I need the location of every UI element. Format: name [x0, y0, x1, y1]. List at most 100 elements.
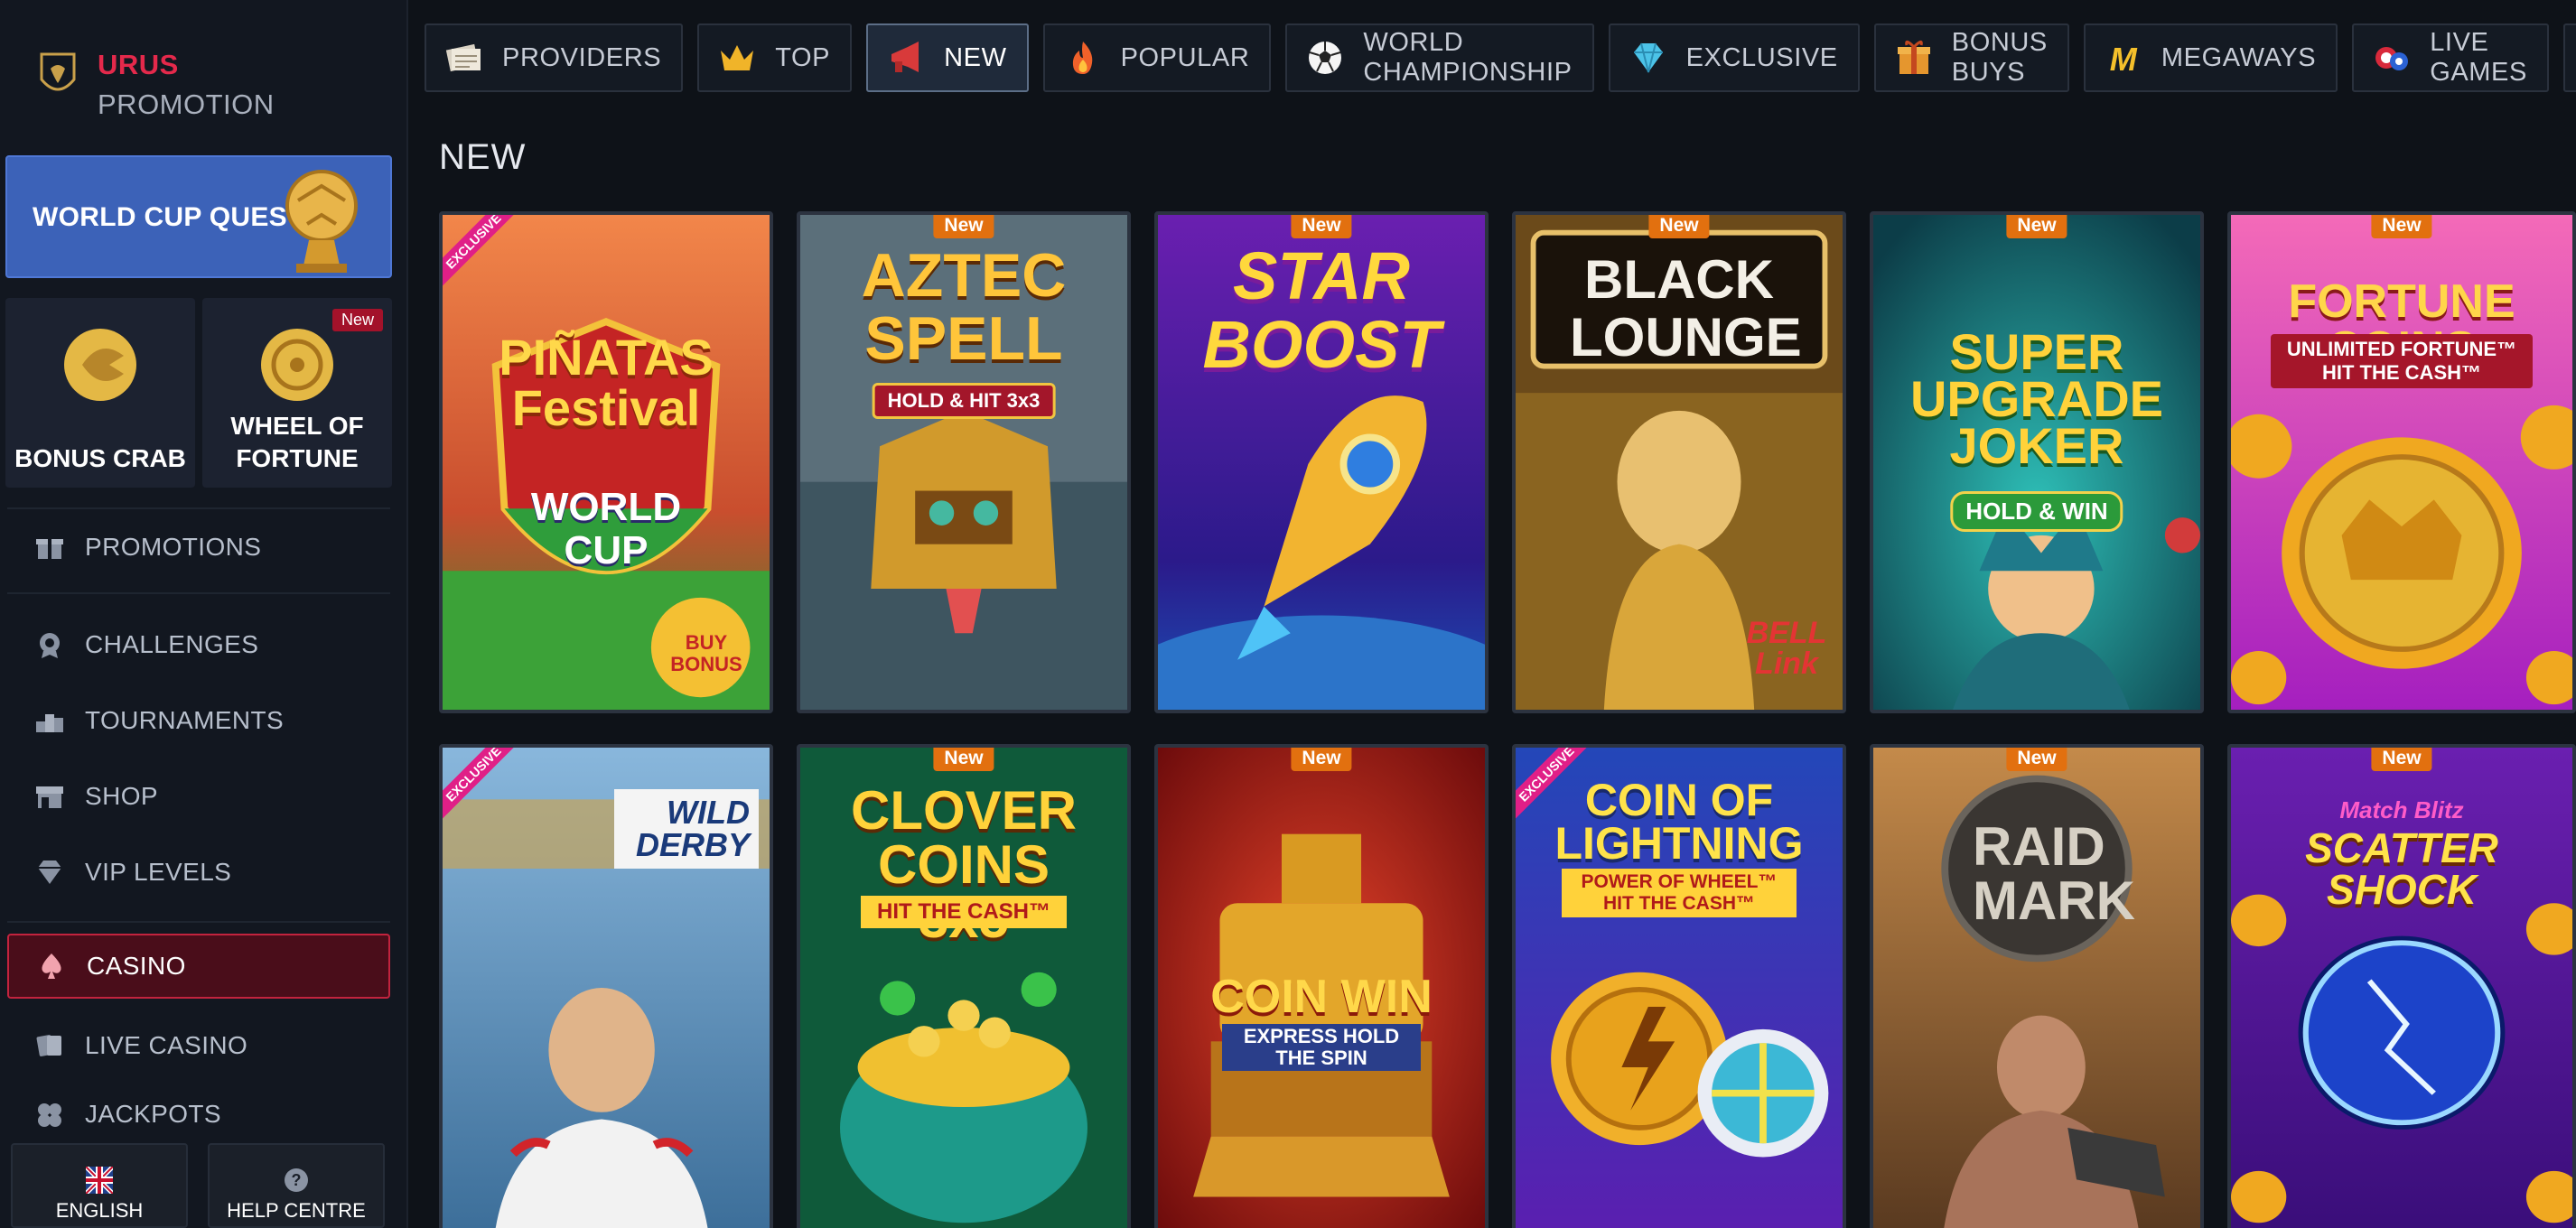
- sidebar-item-casino[interactable]: CASINO: [7, 934, 390, 999]
- game-card[interactable]: New BLACK LOUNGE BELL Link: [1512, 211, 1846, 713]
- sidebar-item-jackpots[interactable]: JACKPOTS: [7, 1089, 390, 1132]
- game-card[interactable]: New COIN WIN EXPRESS HOLD THE SPIN: [1154, 744, 1489, 1228]
- game-title: SUPER UPGRADE JOKER: [1909, 323, 2164, 474]
- tab-megaways[interactable]: M MEGAWAYS: [2083, 23, 2338, 92]
- game-card[interactable]: EXCLUSIVE COIN OF LIGHTNING 2 POWER OF W…: [1512, 744, 1846, 1228]
- cards-icon: [36, 1035, 61, 1056]
- sidebar-item-challenges[interactable]: CHALLENGES: [7, 612, 390, 677]
- divider: [7, 592, 390, 594]
- tab-exclusive[interactable]: EXCLUSIVE: [1608, 23, 1860, 92]
- game-card[interactable]: New STAR BOOST: [1154, 211, 1489, 713]
- quest-label: WORLD CUP QUEST: [33, 202, 304, 232]
- sidebar-item-live-casino[interactable]: LIVE CASINO: [7, 1013, 390, 1078]
- sidebar-item-label: LIVE CASINO: [85, 1031, 248, 1059]
- megaways-icon: M: [2110, 41, 2138, 78]
- tab-popular[interactable]: POPULAR: [1042, 23, 1272, 92]
- new-badge: New: [2371, 748, 2432, 771]
- wheel-of-fortune-tile[interactable]: New WHEEL OF FORTUNE: [202, 298, 392, 488]
- language-label: ENGLISH: [55, 1199, 144, 1222]
- brand-subtitle: PROMOTION: [98, 88, 275, 120]
- tab-label: MEGAWAYS: [2161, 42, 2317, 72]
- sidebar-item-label: SHOP: [85, 782, 158, 810]
- new-badge: New: [933, 215, 994, 238]
- trophy-icon: [285, 170, 358, 273]
- game-card[interactable]: New SUPER UPGRADE JOKER HOLD & WIN: [1870, 211, 2204, 713]
- podium-icon: [36, 714, 63, 732]
- game-card[interactable]: New Match Blitz SCATTER SHOCK: [2227, 744, 2576, 1228]
- tile-label: WHEEL OF FORTUNE: [230, 412, 364, 472]
- section-title: NEW: [439, 137, 527, 177]
- game-subtitle: WORLD CUP: [530, 485, 682, 572]
- new-badge: New: [1291, 748, 1352, 771]
- diamond-icon: [38, 861, 61, 884]
- tab-label: NEW: [944, 42, 1007, 72]
- tab-label: TOP: [775, 42, 831, 72]
- tab-label: EXCLUSIVE: [1685, 42, 1838, 72]
- game-card[interactable]: New RAID MARK: [1870, 744, 2204, 1228]
- game-title: BLACK LOUNGE: [1570, 249, 1802, 367]
- language-button[interactable]: ENGLISH: [11, 1143, 188, 1228]
- game-title: RAID MARK: [1973, 816, 2135, 931]
- new-badge: New: [933, 748, 994, 771]
- game-title: COIN WIN: [1210, 971, 1433, 1023]
- tile-label: BONUS CRAB: [14, 444, 186, 472]
- help-label: HELP CENTRE: [227, 1199, 366, 1222]
- brand[interactable]: URUS PROMOTION: [38, 45, 275, 125]
- tab-live-games[interactable]: LIVE GAMES: [2352, 23, 2549, 92]
- divider: [7, 507, 390, 509]
- sidebar-item-promotions[interactable]: PROMOTIONS: [7, 515, 390, 580]
- buy-bonus-label: BUY BONUS: [670, 631, 742, 675]
- gem-icon: [1633, 42, 1663, 73]
- sidebar-item-vip-levels[interactable]: VIP LEVELS: [7, 840, 390, 905]
- sidebar-item-label: CHALLENGES: [85, 630, 259, 658]
- world-cup-quest-banner[interactable]: WORLD CUP QUEST: [5, 155, 392, 278]
- bull-logo-icon: [40, 52, 76, 91]
- tab-providers[interactable]: PROVIDERS: [425, 23, 684, 92]
- tab-bonus-buys[interactable]: BONUS BUYS: [1873, 23, 2069, 92]
- app: URUS PROMOTION WORLD CUP QUEST BONUS CRA…: [0, 0, 2576, 1228]
- game-card[interactable]: New AZTEC SPELL HOLD & HIT 3x3: [797, 211, 1131, 713]
- new-badge: New: [2006, 215, 2067, 238]
- svg-text:?: ?: [292, 1171, 302, 1189]
- help-centre-button[interactable]: ? HELP CENTRE: [208, 1143, 385, 1228]
- game-subtitle: POWER OF WHEEL™ HIT THE CASH™: [1562, 869, 1797, 917]
- tab-new[interactable]: NEW: [866, 23, 1029, 92]
- game-subtitle: HOLD & WIN: [1950, 491, 2123, 532]
- game-card[interactable]: New CLOVER COINS 3x5 HIT THE CASH™: [797, 744, 1131, 1228]
- tab-label: WORLD CHAMPIONSHIP: [1363, 28, 1573, 87]
- shop-icon: [36, 786, 63, 808]
- sidebar-item-label: PROMOTIONS: [85, 533, 262, 561]
- tab-label: LIVE GAMES: [2430, 28, 2527, 87]
- category-bar: PROVIDERS TOP NEW POPULAR WORLD CHAMPION…: [425, 23, 2576, 92]
- game-card[interactable]: New FORTUNE COINS UNLIMITED FORTUNE™ HIT…: [2227, 211, 2576, 713]
- new-badge: New: [2371, 215, 2432, 238]
- sidebar-item-shop[interactable]: SHOP: [7, 764, 390, 829]
- tab-label: BONUS BUYS: [1951, 28, 2048, 87]
- gift-icon: [36, 539, 63, 559]
- tab-world-championship[interactable]: WORLD CHAMPIONSHIP: [1285, 23, 1594, 92]
- game-title: AZTEC SPELL: [861, 241, 1067, 373]
- sidebar-item-label: VIP LEVELS: [85, 858, 232, 886]
- tab-more[interactable]: [2562, 23, 2576, 92]
- soccer-ball-icon: [1309, 42, 1342, 74]
- new-badge: New: [2006, 748, 2067, 771]
- game-subtitle: EXPRESS HOLD THE SPIN: [1222, 1024, 1421, 1071]
- game-subtitle: HOLD & HIT 3x3: [872, 383, 1056, 419]
- game-card[interactable]: EXCLUSIVE PIÑATAS Festival WORLD CUP BUY…: [439, 211, 773, 713]
- providers-icon: [445, 43, 481, 72]
- game-title: STAR BOOST: [1202, 238, 1441, 382]
- sidebar-item-tournaments[interactable]: TOURNAMENTS: [7, 688, 390, 753]
- wheel-icon: [261, 329, 333, 401]
- brand-title: URUS: [98, 49, 179, 80]
- svg-text:M: M: [2110, 41, 2138, 78]
- sidebar-item-label: JACKPOTS: [85, 1100, 222, 1128]
- game-title: PIÑATAS Festival: [499, 329, 714, 436]
- game-card[interactable]: EXCLUSIVE WILD DERBY: [439, 744, 773, 1228]
- tab-top[interactable]: TOP: [697, 23, 853, 92]
- divider: [7, 921, 390, 923]
- crown-icon: [721, 45, 754, 70]
- crab-coin-icon: [64, 329, 136, 401]
- sidebar-item-label: TOURNAMENTS: [85, 706, 285, 734]
- sidebar-item-label: CASINO: [87, 952, 186, 980]
- bonus-crab-tile[interactable]: BONUS CRAB: [5, 298, 195, 488]
